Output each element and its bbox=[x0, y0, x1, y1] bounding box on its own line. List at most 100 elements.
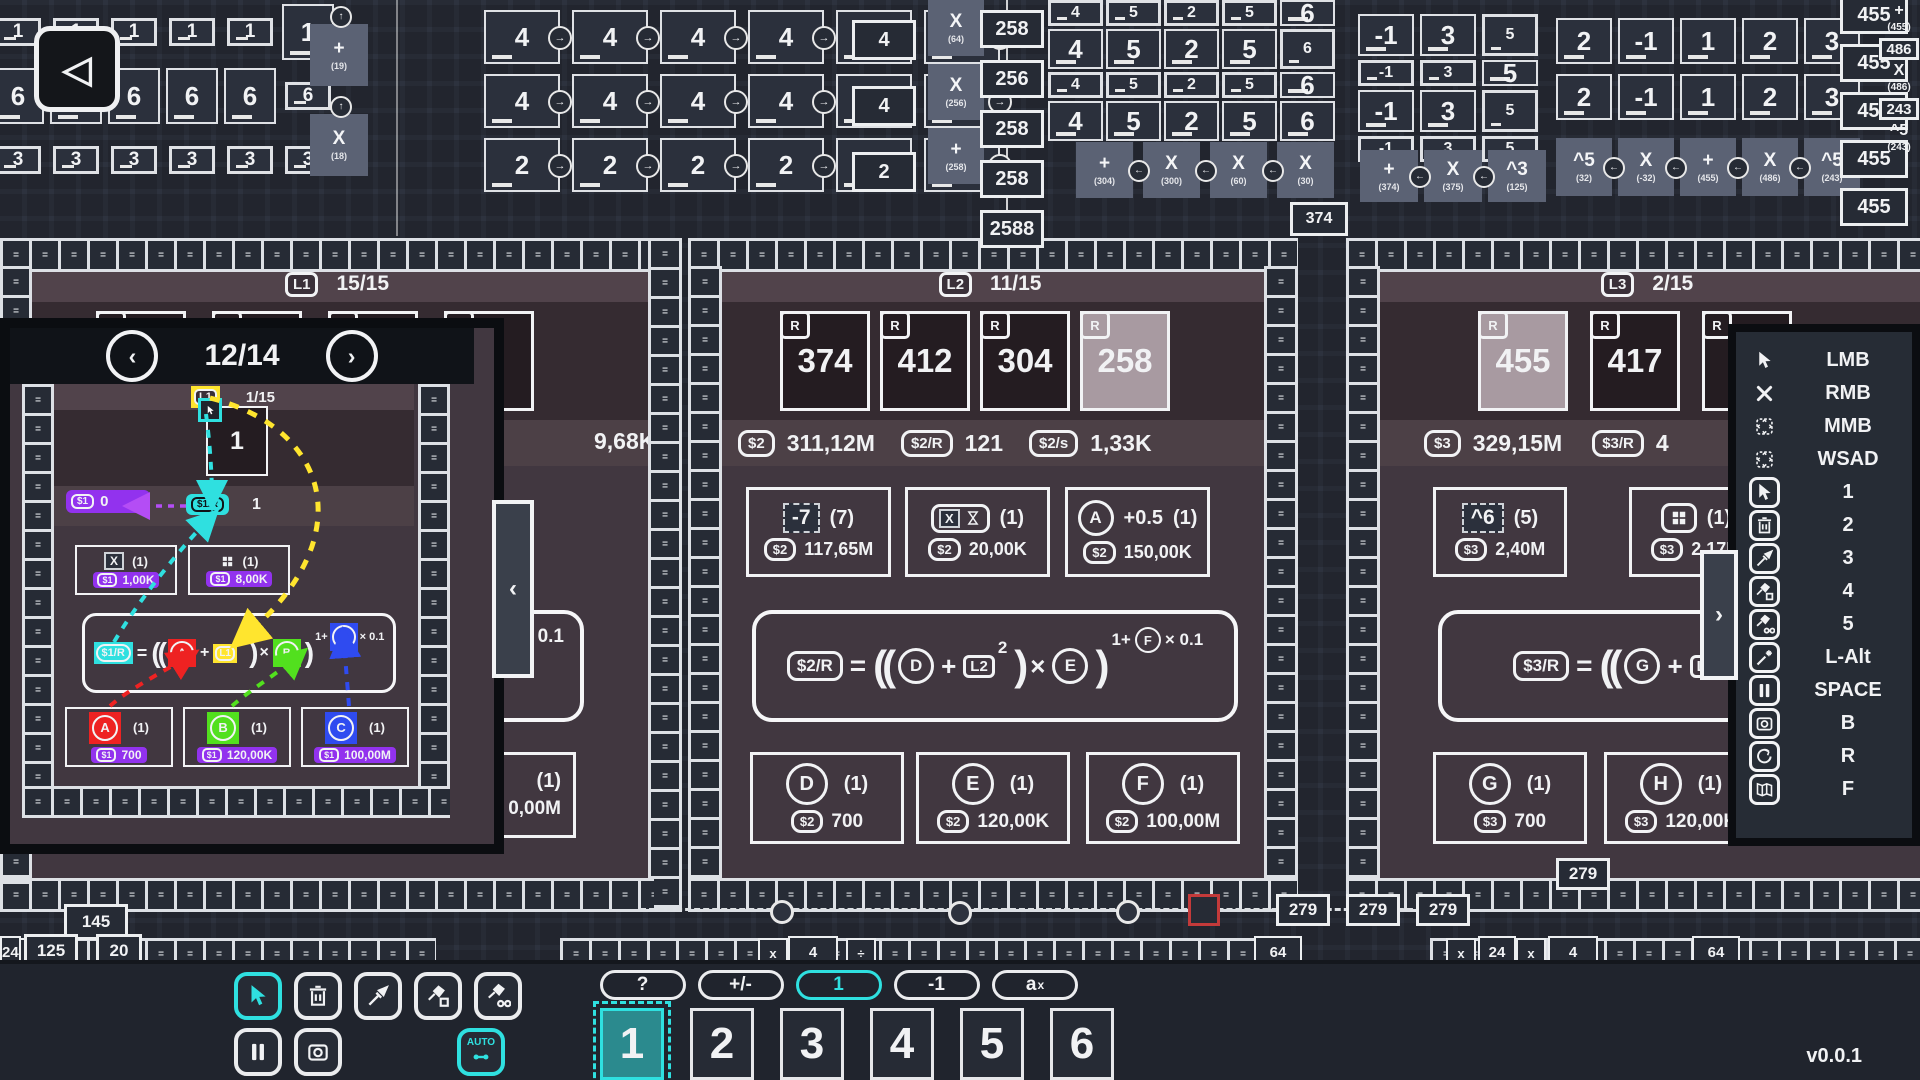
tool-button[interactable] bbox=[354, 972, 402, 1020]
mode-pill-button[interactable]: ? bbox=[600, 970, 686, 1000]
grid-cell[interactable]: 3 bbox=[0, 146, 41, 174]
number-slot-button[interactable]: 6 bbox=[1050, 1008, 1114, 1080]
tool-button[interactable] bbox=[414, 972, 462, 1020]
prev-page-button[interactable]: ‹ bbox=[106, 330, 158, 382]
grid-cell[interactable]: 4 bbox=[572, 74, 648, 128]
grid-cell[interactable]: 4 bbox=[484, 10, 560, 64]
tool-button[interactable] bbox=[294, 972, 342, 1020]
grid-cell[interactable]: 4 bbox=[1048, 29, 1103, 69]
wire-node[interactable] bbox=[770, 900, 794, 924]
grid-cell[interactable]: 1 bbox=[169, 18, 215, 46]
number-slot-button[interactable]: 5 bbox=[960, 1008, 1024, 1080]
grid-cell[interactable]: 2 bbox=[484, 138, 560, 192]
grid-cell[interactable]: 5 bbox=[1482, 60, 1538, 86]
grid-cell[interactable]: 5 bbox=[1106, 72, 1161, 98]
operator-module[interactable]: X(300) bbox=[1143, 142, 1200, 198]
grid-cell[interactable]: 6 bbox=[1280, 0, 1335, 26]
wire-node[interactable] bbox=[948, 901, 972, 925]
operator-module[interactable]: X(60) bbox=[1210, 142, 1267, 198]
grid-cell[interactable]: 2 bbox=[660, 138, 736, 192]
item-box[interactable]: B(1) $1120,00K bbox=[183, 707, 291, 767]
grid-cell[interactable]: 3 bbox=[227, 146, 273, 174]
mode-pill-button[interactable]: +/- bbox=[698, 970, 784, 1000]
number-slot-button[interactable]: 2 bbox=[690, 1008, 754, 1080]
grid-cell[interactable]: 6 bbox=[1280, 29, 1335, 69]
grid-cell[interactable]: 2 bbox=[748, 138, 824, 192]
grid-cell[interactable]: 4 bbox=[572, 10, 648, 64]
tool-button[interactable] bbox=[474, 972, 522, 1020]
operator-module[interactable]: X(256) bbox=[928, 64, 984, 120]
operator-module[interactable]: X(18) bbox=[310, 114, 368, 176]
grid-cell[interactable]: 2 bbox=[1164, 0, 1219, 26]
grid-cell[interactable]: 5 bbox=[1222, 72, 1277, 98]
result-cell[interactable]: 1 bbox=[206, 406, 268, 476]
number-slot-button[interactable]: 3 bbox=[780, 1008, 844, 1080]
grid-cell[interactable]: 6 bbox=[1280, 72, 1335, 98]
grid-cell[interactable]: 5 bbox=[1106, 101, 1161, 141]
mode-pill-button[interactable]: ax bbox=[992, 970, 1078, 1000]
grid-cell[interactable]: 2 bbox=[1742, 74, 1798, 120]
upgrade-box[interactable]: ^6(5) $32,40M bbox=[1433, 487, 1567, 577]
grid-cell[interactable]: -1 bbox=[1618, 74, 1674, 120]
result-cell[interactable]: R412 bbox=[880, 311, 970, 411]
next-page-button[interactable]: › bbox=[326, 330, 378, 382]
grid-cell[interactable]: 3 bbox=[1420, 60, 1476, 86]
operator-module[interactable]: X(64) bbox=[928, 0, 984, 56]
grid-cell[interactable]: -1 bbox=[1358, 90, 1414, 132]
grid-cell[interactable]: 2 bbox=[572, 138, 648, 192]
auto-link-button[interactable]: AUTO bbox=[457, 1028, 505, 1076]
grid-cell[interactable]: 6 bbox=[166, 68, 218, 124]
back-button[interactable]: ◁ bbox=[34, 26, 120, 112]
number-slot-button[interactable]: 4 bbox=[870, 1008, 934, 1080]
grid-cell[interactable]: 5 bbox=[1106, 0, 1161, 26]
grid-cell[interactable]: 3 bbox=[1420, 14, 1476, 56]
grid-cell[interactable]: 4 bbox=[660, 10, 736, 64]
grid-cell[interactable]: 3 bbox=[111, 146, 157, 174]
tool-button[interactable] bbox=[234, 1028, 282, 1076]
item-box[interactable]: G(1) $3700 bbox=[1433, 752, 1587, 844]
grid-cell[interactable]: 2 bbox=[1164, 29, 1219, 69]
operator-module[interactable]: +(304) bbox=[1076, 142, 1133, 198]
grid-cell[interactable]: 2 bbox=[1164, 72, 1219, 98]
mode-pill-button[interactable]: -1 bbox=[894, 970, 980, 1000]
wire-node[interactable] bbox=[1116, 900, 1140, 924]
tool-button[interactable] bbox=[234, 972, 282, 1020]
grid-cell[interactable]: 5 bbox=[1222, 0, 1277, 26]
grid-cell[interactable]: 6 bbox=[224, 68, 276, 124]
grid-cell[interactable]: 4 bbox=[1048, 101, 1103, 141]
result-cell[interactable]: R455 bbox=[1478, 311, 1568, 411]
result-cell[interactable]: R304 bbox=[980, 311, 1070, 411]
upgrade-box[interactable]: X(1) $220,00K bbox=[905, 487, 1050, 577]
grid-cell[interactable]: 5 bbox=[1222, 29, 1277, 69]
selection-cell[interactable] bbox=[1188, 894, 1220, 926]
grid-cell[interactable]: 2 bbox=[1556, 18, 1612, 64]
result-cell[interactable]: R417 bbox=[1590, 311, 1680, 411]
upgrade-box[interactable]: -7(7) $2117,65M bbox=[746, 487, 891, 577]
grid-cell[interactable]: 2 bbox=[1556, 74, 1612, 120]
upgrade-box[interactable]: X(1) $11,00K bbox=[75, 545, 177, 595]
item-box[interactable]: E(1) $2120,00K bbox=[916, 752, 1070, 844]
legend-expand-tab[interactable]: › bbox=[1700, 550, 1738, 680]
grid-cell[interactable]: -1 bbox=[1358, 60, 1414, 86]
operator-module[interactable]: +(258) bbox=[928, 128, 984, 184]
number-slot-button[interactable]: 1 bbox=[600, 1008, 664, 1080]
grid-cell[interactable]: 1 bbox=[1680, 74, 1736, 120]
tutorial-collapse-tab[interactable]: ‹ bbox=[492, 500, 534, 678]
grid-cell[interactable]: 4 bbox=[484, 74, 560, 128]
grid-cell[interactable]: 5 bbox=[1482, 14, 1538, 56]
grid-cell[interactable]: 2 bbox=[1742, 18, 1798, 64]
item-box[interactable]: F(1) $2100,00M bbox=[1086, 752, 1240, 844]
grid-cell[interactable]: 3 bbox=[53, 146, 99, 174]
item-box[interactable]: A(1) $1700 bbox=[65, 707, 173, 767]
grid-cell[interactable]: 4 bbox=[748, 10, 824, 64]
operator-module[interactable]: +(19) bbox=[310, 24, 368, 86]
item-box[interactable]: C(1) $1100,00M bbox=[301, 707, 409, 767]
grid-cell[interactable]: 6 bbox=[1280, 101, 1335, 141]
operator-module[interactable]: X(30) bbox=[1277, 142, 1334, 198]
mode-pill-button[interactable]: 1 bbox=[796, 970, 882, 1000]
grid-cell[interactable]: 4 bbox=[1048, 0, 1103, 26]
grid-cell[interactable]: -1 bbox=[1618, 18, 1674, 64]
result-cell[interactable]: R258 bbox=[1080, 311, 1170, 411]
grid-cell[interactable]: 1 bbox=[227, 18, 273, 46]
grid-cell[interactable]: 5 bbox=[1222, 101, 1277, 141]
